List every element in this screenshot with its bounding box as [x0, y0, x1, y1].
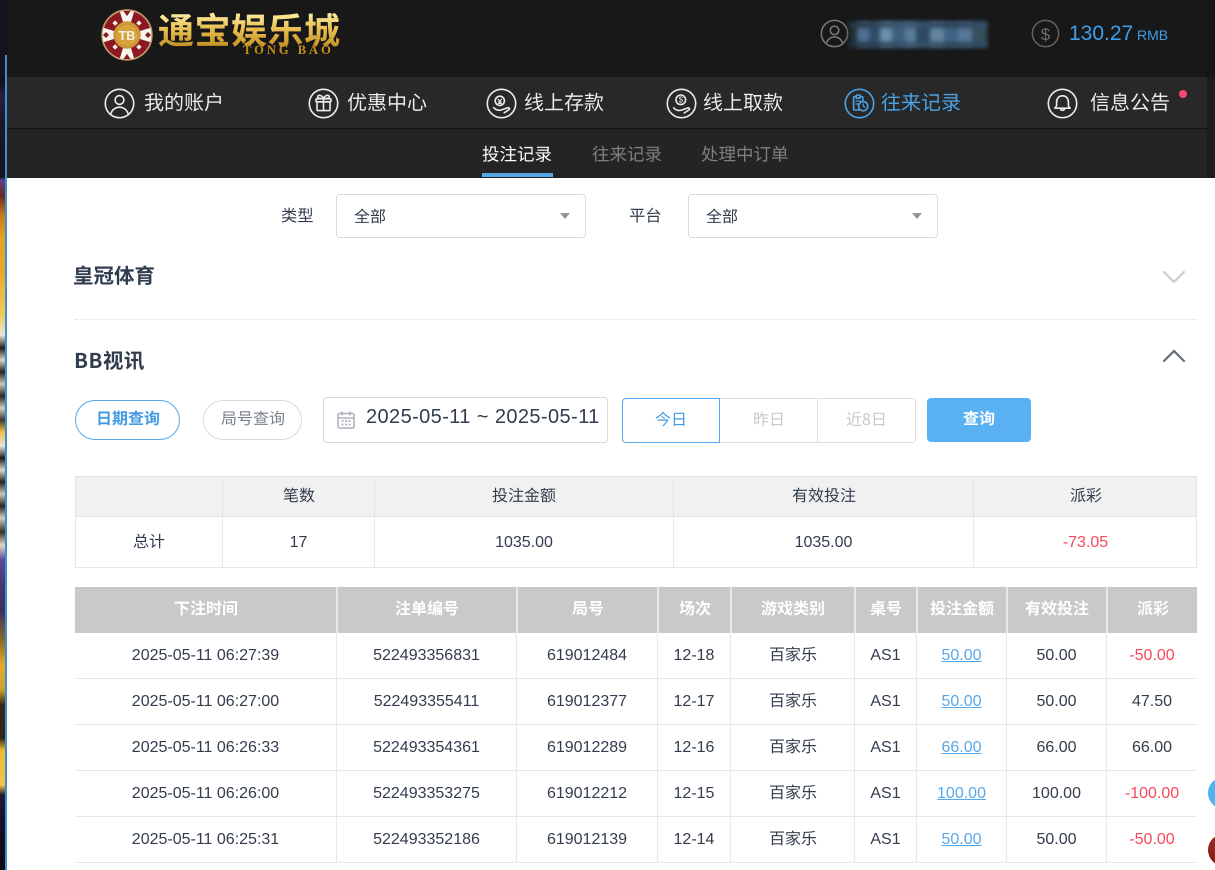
svg-text:$: $ [1041, 25, 1051, 44]
svg-text:TB: TB [119, 29, 136, 43]
svg-text:$: $ [679, 96, 684, 105]
